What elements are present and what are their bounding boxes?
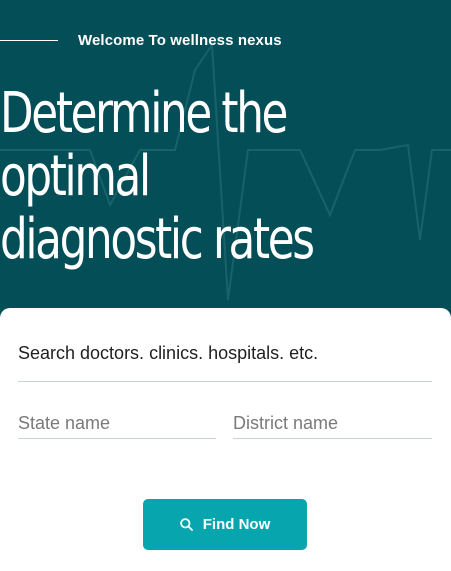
district-field bbox=[233, 408, 451, 439]
hero-section: Welcome To wellness nexus Determine the … bbox=[0, 0, 451, 571]
tagline-divider bbox=[0, 39, 58, 41]
search-input[interactable] bbox=[18, 343, 432, 364]
state-input[interactable] bbox=[18, 412, 250, 434]
tagline: Welcome To wellness nexus bbox=[78, 31, 282, 49]
tagline-row: Welcome To wellness nexus bbox=[0, 28, 282, 52]
headline-line-1: Determine the bbox=[0, 81, 288, 146]
search-icon bbox=[179, 518, 193, 531]
state-field bbox=[18, 408, 250, 439]
find-now-label: Find Now bbox=[202, 516, 271, 533]
search-card: Find Now bbox=[0, 308, 451, 571]
district-input[interactable] bbox=[233, 412, 451, 434]
hero-headline: Determine the optimal diagnostic rates bbox=[0, 82, 352, 271]
search-field bbox=[18, 326, 432, 382]
headline-line-2: optimal bbox=[0, 144, 151, 209]
find-now-button[interactable]: Find Now bbox=[143, 499, 307, 550]
headline-line-3: diagnostic rates bbox=[0, 207, 315, 272]
